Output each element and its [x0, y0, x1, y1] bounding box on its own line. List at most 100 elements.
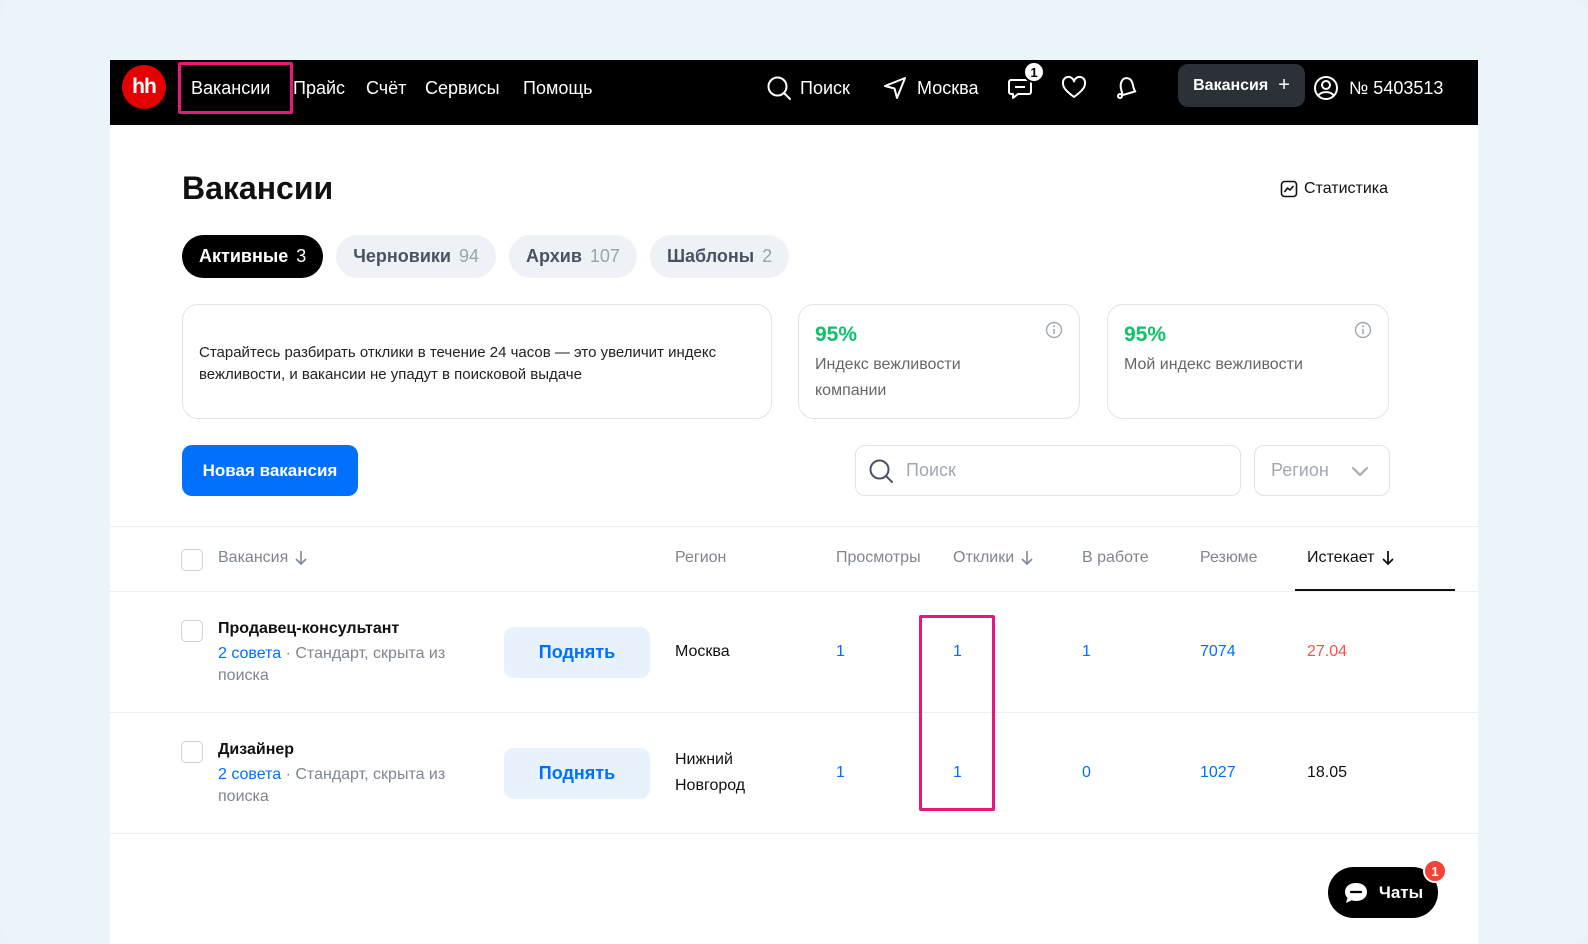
- vacancy-title[interactable]: Дизайнер: [218, 741, 294, 759]
- tab-label: Архив: [526, 246, 582, 266]
- hh-logo[interactable]: hh: [122, 65, 166, 109]
- table-row: Продавец-консультант 2 совета · Стандарт…: [110, 592, 1478, 713]
- info-icon[interactable]: [1354, 321, 1372, 339]
- chart-icon: [1280, 180, 1298, 198]
- header-responses[interactable]: Отклики: [953, 549, 1034, 567]
- vacancy-tabs: Активные 3 Черновики 94 Архив 107 Шаблон…: [182, 235, 790, 278]
- header-label: Вакансия: [218, 549, 289, 566]
- header-label: Отклики: [953, 549, 1015, 566]
- page-title: Вакансии: [182, 170, 334, 206]
- info-icon[interactable]: [1045, 321, 1063, 339]
- user-circle-icon: [1314, 76, 1338, 100]
- company-politeness-label: Индекс вежливости компании: [815, 356, 961, 399]
- create-vacancy-label: Вакансия: [1193, 76, 1269, 94]
- statistics-label: Статистика: [1304, 180, 1389, 197]
- header-in-work: В работе: [1082, 549, 1149, 566]
- in-work-cell[interactable]: 1: [1082, 643, 1091, 661]
- tip-text: Старайтесь разбирать отклики в течение 2…: [199, 344, 717, 383]
- chats-button[interactable]: Чаты: [1328, 867, 1438, 918]
- region-cell: Москва: [675, 643, 730, 660]
- tips-link[interactable]: 2 совета: [218, 645, 281, 662]
- plus-icon: +: [1278, 74, 1290, 96]
- header-region: Регион: [675, 549, 727, 566]
- tab-label: Черновики: [353, 246, 451, 266]
- tips-link[interactable]: 2 совета: [218, 766, 281, 783]
- arrow-down-icon: [1021, 551, 1033, 566]
- header-vacancy[interactable]: Вакансия: [218, 549, 308, 567]
- tab-active[interactable]: Активные 3: [182, 235, 324, 278]
- tab-count: 94: [458, 246, 479, 266]
- bell-icon: [1117, 77, 1137, 99]
- my-politeness-value: 95%: [1124, 323, 1167, 346]
- table-header: Вакансия Регион Просмотры Отклики В рабо…: [110, 526, 1478, 592]
- header-label: Истекает: [1307, 549, 1375, 566]
- sort-active-underline: [1295, 589, 1455, 591]
- tab-drafts[interactable]: Черновики 94: [336, 235, 496, 278]
- chat-bubble-icon: [1344, 882, 1367, 903]
- city-selector[interactable]: Москва: [882, 70, 978, 106]
- tab-label: Активные: [199, 246, 289, 266]
- heart-icon: [1061, 75, 1087, 98]
- chats-label: Чаты: [1378, 882, 1424, 902]
- nav-price[interactable]: Прайс: [293, 73, 345, 103]
- row-checkbox[interactable]: [181, 620, 203, 642]
- messages-badge: 1: [1023, 61, 1045, 83]
- tab-count: 3: [296, 246, 307, 266]
- new-vacancy-button[interactable]: Новая вакансия: [182, 445, 358, 496]
- my-politeness-label: Мой индекс вежливости: [1124, 356, 1303, 373]
- tab-label: Шаблоны: [666, 246, 755, 266]
- tab-count: 2: [762, 246, 773, 266]
- tip-card: Старайтесь разбирать отклики в течение 2…: [182, 304, 772, 419]
- header-resumes: Резюме: [1200, 549, 1258, 566]
- favorites-button[interactable]: [1060, 70, 1088, 106]
- nav-help[interactable]: Помощь: [523, 73, 593, 103]
- create-vacancy-button[interactable]: Вакансия +: [1178, 64, 1305, 107]
- company-politeness-card: 95% Индекс вежливости компании: [798, 304, 1080, 419]
- vacancy-search: [855, 445, 1241, 496]
- search-input[interactable]: [906, 460, 1206, 481]
- views-cell[interactable]: 1: [836, 764, 845, 782]
- raise-button[interactable]: Поднять: [504, 748, 650, 799]
- row-checkbox[interactable]: [181, 741, 203, 763]
- tab-templates[interactable]: Шаблоны 2: [649, 235, 790, 278]
- region-select-label: Регион: [1271, 460, 1329, 480]
- vacancy-title[interactable]: Продавец-консультант: [218, 620, 399, 638]
- nav-services[interactable]: Сервисы: [425, 73, 500, 103]
- arrow-down-icon: [295, 551, 307, 566]
- top-search-label: Поиск: [800, 77, 850, 98]
- header-expires[interactable]: Истекает: [1307, 549, 1395, 567]
- chevron-down-icon: [1351, 466, 1368, 476]
- top-bar: hh Вакансии Прайс Счёт Сервисы Помощь По…: [110, 60, 1478, 125]
- views-cell[interactable]: 1: [836, 643, 845, 661]
- account-menu[interactable]: № 5403513: [1313, 70, 1443, 106]
- location-arrow-icon: [884, 77, 906, 99]
- region-cell: Нижний Новгород: [675, 751, 746, 794]
- statistics-link[interactable]: Статистика: [1280, 180, 1388, 198]
- table-row: Дизайнер 2 совета · Стандарт, скрыта из …: [110, 713, 1478, 834]
- search-icon: [869, 459, 893, 483]
- nav-vacancies[interactable]: Вакансии: [191, 73, 270, 103]
- vacancy-meta: 2 совета · Стандарт, скрыта из поиска: [218, 764, 448, 808]
- responses-column-highlight: [919, 615, 995, 811]
- expires-cell: 27.04: [1307, 643, 1348, 660]
- top-search[interactable]: Поиск: [766, 70, 850, 106]
- expires-cell: 18.05: [1307, 764, 1348, 781]
- in-work-cell[interactable]: 0: [1082, 764, 1091, 782]
- app-window: hh Вакансии Прайс Счёт Сервисы Помощь По…: [110, 60, 1478, 944]
- account-number: № 5403513: [1349, 77, 1444, 98]
- company-politeness-value: 95%: [815, 323, 858, 346]
- header-views: Просмотры: [836, 549, 921, 566]
- resumes-cell[interactable]: 1027: [1200, 764, 1236, 782]
- tab-archive[interactable]: Архив 107: [509, 235, 637, 278]
- chats-badge: 1: [1423, 859, 1447, 883]
- notifications-button[interactable]: [1112, 70, 1140, 106]
- nav-bill[interactable]: Счёт: [366, 73, 406, 103]
- arrow-down-icon: [1381, 551, 1394, 566]
- resumes-cell[interactable]: 7074: [1200, 643, 1236, 661]
- my-politeness-card: 95% Мой индекс вежливости: [1107, 304, 1389, 419]
- region-select[interactable]: Регион: [1254, 445, 1390, 496]
- raise-button[interactable]: Поднять: [504, 627, 650, 678]
- search-icon: [767, 76, 791, 100]
- city-label: Москва: [917, 77, 979, 98]
- select-all-checkbox[interactable]: [181, 549, 203, 571]
